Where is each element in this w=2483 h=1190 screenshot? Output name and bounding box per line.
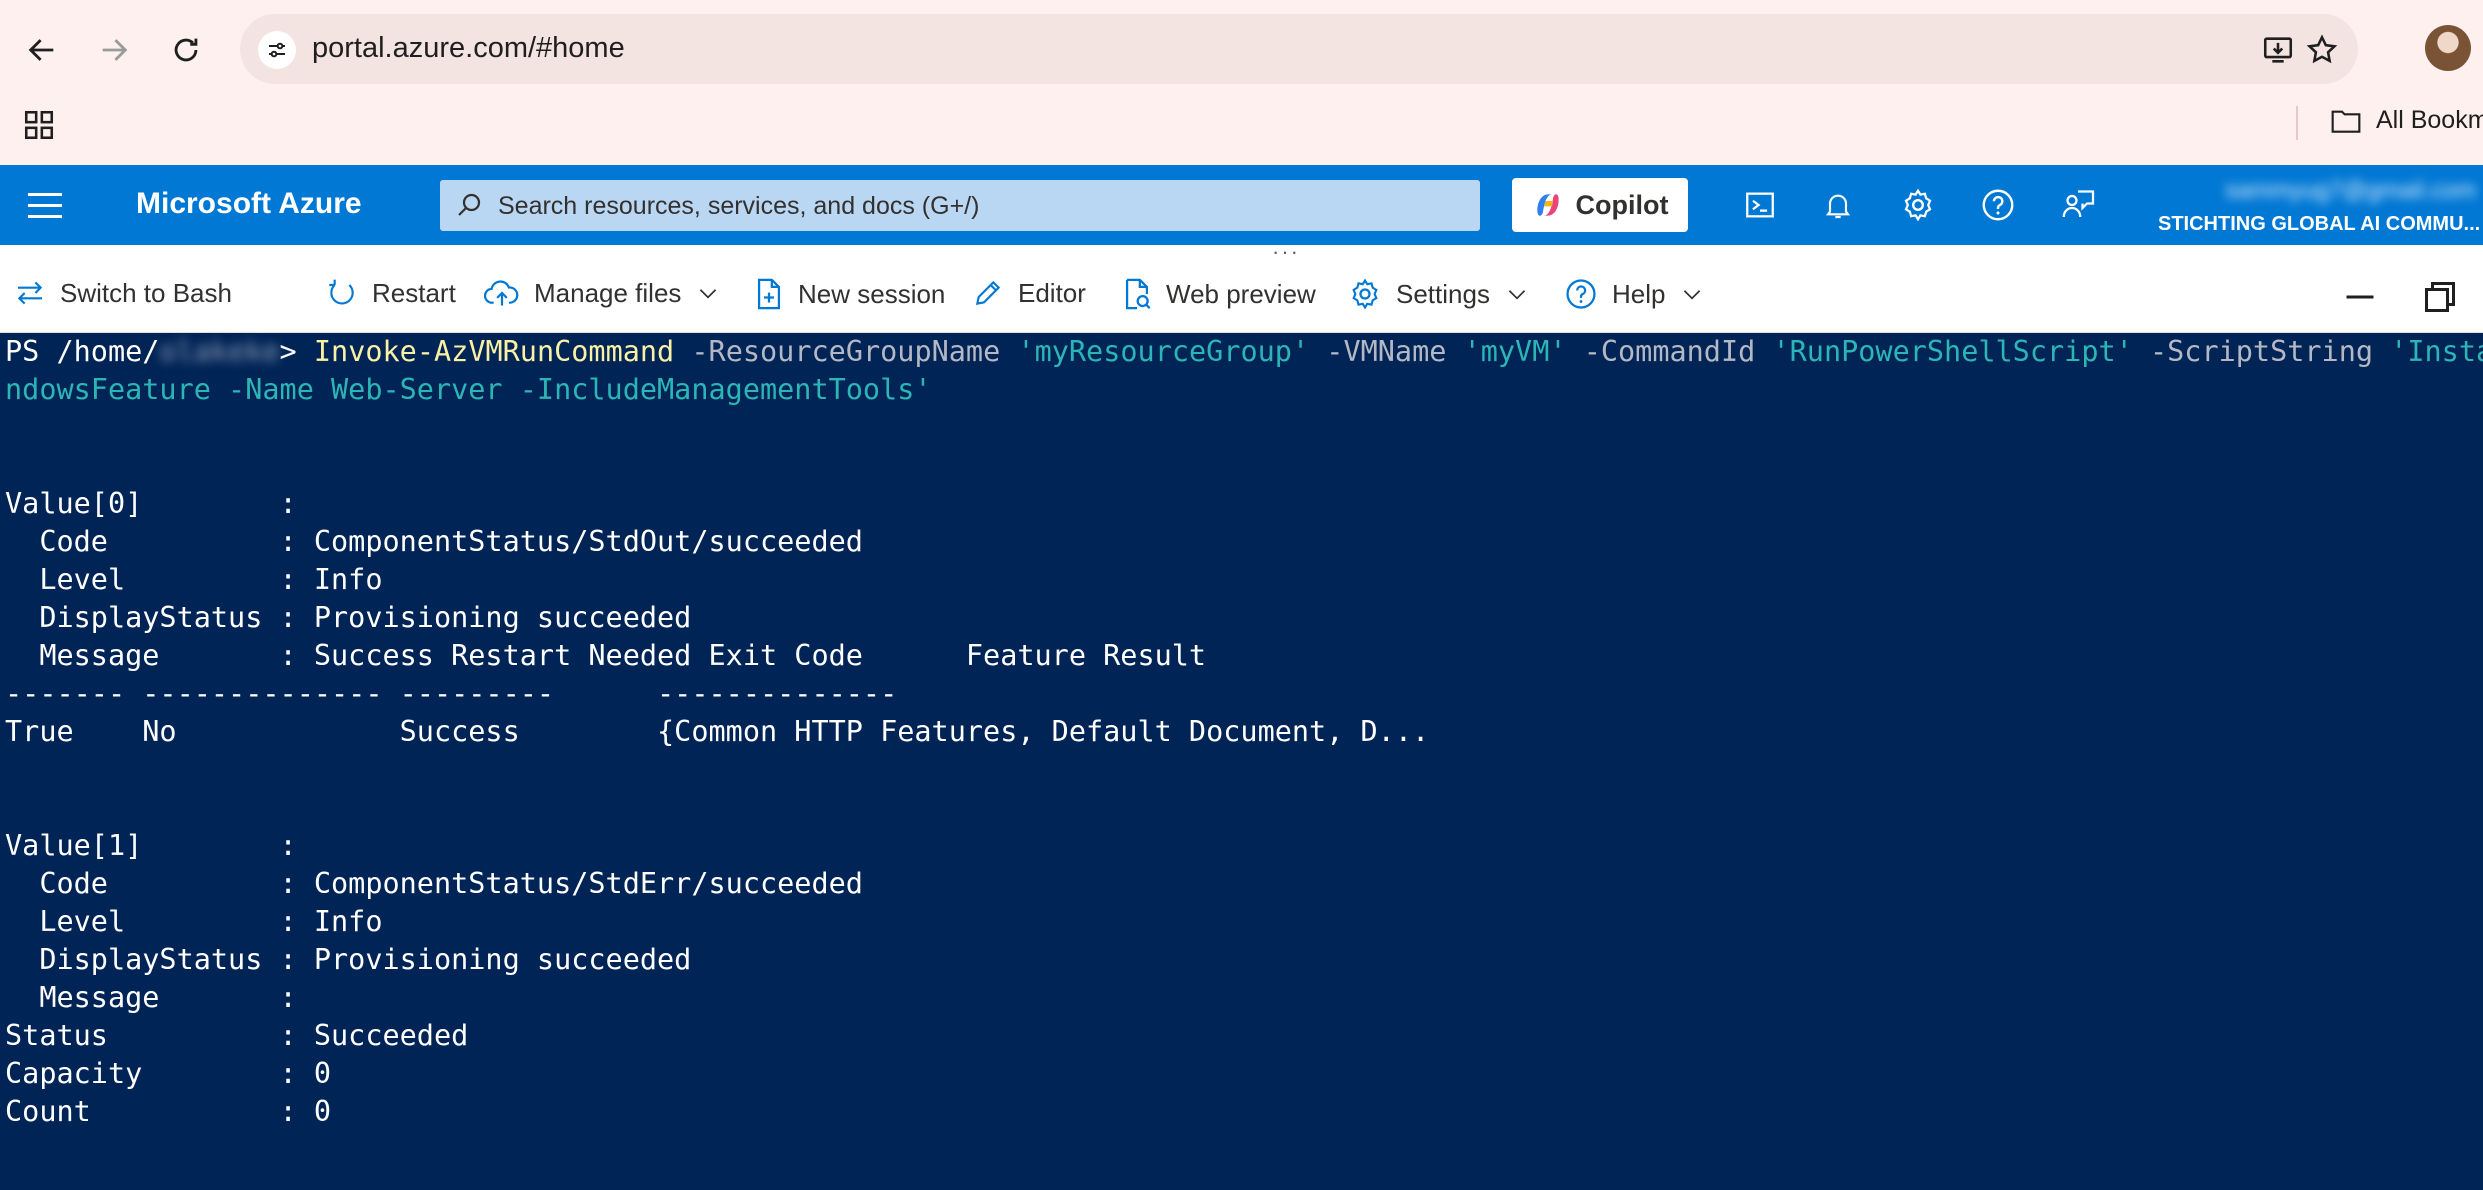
azure-top-bar: Microsoft Azure Search resources, servic… — [0, 165, 2483, 245]
apps-grid-icon[interactable] — [22, 108, 56, 147]
cloud-shell-icon[interactable] — [1740, 185, 1780, 225]
output-line: Count : 0 — [5, 1095, 332, 1128]
url-text[interactable]: portal.azure.com/#home — [312, 32, 625, 65]
command-line-1: PS /home/olakeke> Invoke-AzVMRunCommand … — [5, 333, 2483, 371]
redacted-username: olakeke — [159, 335, 280, 368]
all-bookmarks-label: All Bookm — [2376, 106, 2483, 134]
account-email[interactable]: sammyug7@gmail.com — [2186, 177, 2476, 204]
output-line: Capacity : 0 — [5, 1057, 332, 1090]
terminal-output[interactable]: PS /home/olakeke> Invoke-AzVMRunCommand … — [0, 333, 2483, 1190]
cmdlet-name: Invoke-AzVMRunCommand — [313, 335, 675, 368]
command-line-2: ndowsFeature -Name Web-Server -IncludeMa… — [5, 373, 932, 406]
settings-gear-icon[interactable] — [1898, 185, 1938, 225]
chevron-down-icon — [1508, 290, 1526, 300]
install-app-icon[interactable] — [2258, 30, 2298, 70]
switch-to-bash-label: Switch to Bash — [60, 277, 232, 308]
help-question-icon[interactable] — [1978, 185, 2018, 225]
bookmark-star-icon[interactable] — [2302, 30, 2342, 70]
web-preview-button[interactable]: Web preview — [1122, 277, 1316, 311]
new-session-button[interactable]: New session — [754, 277, 945, 311]
switch-arrows-icon — [17, 281, 43, 305]
output-line: Value[1] : — [5, 829, 297, 862]
browser-chrome: portal.azure.com/#home All Bookm — [0, 0, 2483, 165]
folder-icon — [2331, 110, 2361, 133]
manage-files-button[interactable]: Manage files — [484, 277, 721, 309]
output-line: Status : Succeeded — [5, 1019, 469, 1052]
all-bookmarks-button[interactable]: All Bookm — [2330, 106, 2483, 135]
restart-label: Restart — [372, 277, 456, 308]
web-preview-icon — [1125, 278, 1151, 310]
minimize-icon — [2346, 295, 2374, 299]
reload-icon — [174, 38, 198, 62]
search-icon — [458, 193, 481, 216]
manage-files-label: Manage files — [534, 277, 682, 308]
output-line: True No Success {Common HTTP Features, D… — [5, 715, 1430, 748]
chevron-down-icon — [1684, 290, 1701, 300]
output-line: Code : ComponentStatus/StdErr/succeeded — [5, 867, 863, 900]
restore-window-icon — [2425, 282, 2455, 312]
cloud-upload-icon — [484, 280, 519, 306]
output-line: ------- -------------- --------- -------… — [5, 677, 898, 710]
editor-label: Editor — [1018, 277, 1086, 308]
help-menu-button[interactable]: Help — [1564, 277, 1705, 311]
copilot-label: Copilot — [1575, 189, 1669, 220]
portal-menu-icon[interactable] — [28, 193, 62, 226]
forward-button[interactable] — [92, 28, 136, 72]
panel-resize-handle[interactable]: ··· — [0, 239, 2483, 264]
new-session-icon — [757, 278, 781, 310]
output-line: Message : Success Restart Needed Exit Co… — [5, 639, 1207, 672]
arrow-left-icon — [28, 39, 54, 61]
output-line: Message : — [5, 981, 297, 1014]
account-org[interactable]: STICHTING GLOBAL AI COMMU... — [2158, 213, 2480, 236]
output-line: Code : ComponentStatus/StdOut/succeeded — [5, 525, 863, 558]
address-bar[interactable]: portal.azure.com/#home — [240, 14, 2358, 84]
pencil-icon — [975, 280, 1001, 306]
site-info-icon[interactable] — [258, 31, 296, 69]
back-button[interactable] — [20, 28, 64, 72]
new-session-label: New session — [798, 278, 946, 309]
feedback-icon[interactable] — [2058, 185, 2098, 225]
web-preview-label: Web preview — [1166, 278, 1316, 309]
copilot-button[interactable]: Copilot — [1512, 178, 1688, 232]
help-label: Help — [1612, 278, 1666, 309]
restart-button[interactable]: Restart — [326, 277, 456, 309]
help-circle-icon — [1566, 279, 1596, 309]
gear-icon — [1352, 278, 1378, 310]
search-placeholder: Search resources, services, and docs (G+… — [498, 192, 980, 220]
notifications-bell-icon[interactable] — [1818, 185, 1858, 225]
output-line: Level : Info — [5, 905, 383, 938]
output-line: Level : Info — [5, 563, 383, 596]
reload-button[interactable] — [164, 28, 208, 72]
minimize-button[interactable] — [2340, 277, 2380, 317]
editor-button[interactable]: Editor — [972, 277, 1086, 309]
cloud-shell-toolbar: Switch to Bash Restart Manage files New … — [0, 257, 2483, 333]
arrow-right-icon — [102, 39, 128, 61]
output-line: Value[0] : — [5, 487, 297, 520]
settings-menu-button[interactable]: Settings — [1348, 277, 1530, 311]
switch-to-bash-button[interactable]: Switch to Bash — [14, 277, 232, 309]
restore-window-button[interactable] — [2420, 277, 2460, 317]
profile-avatar[interactable] — [2425, 25, 2471, 71]
chevron-down-icon — [700, 289, 717, 299]
output-line: DisplayStatus : Provisioning succeeded — [5, 601, 692, 634]
settings-label: Settings — [1396, 278, 1490, 309]
azure-brand[interactable]: Microsoft Azure — [136, 187, 362, 221]
copilot-icon — [1536, 194, 1559, 216]
global-search-input[interactable]: Search resources, services, and docs (G+… — [440, 180, 1480, 231]
restart-icon — [329, 279, 354, 305]
output-line: DisplayStatus : Provisioning succeeded — [5, 943, 692, 976]
bookmarks-divider — [2296, 106, 2298, 140]
